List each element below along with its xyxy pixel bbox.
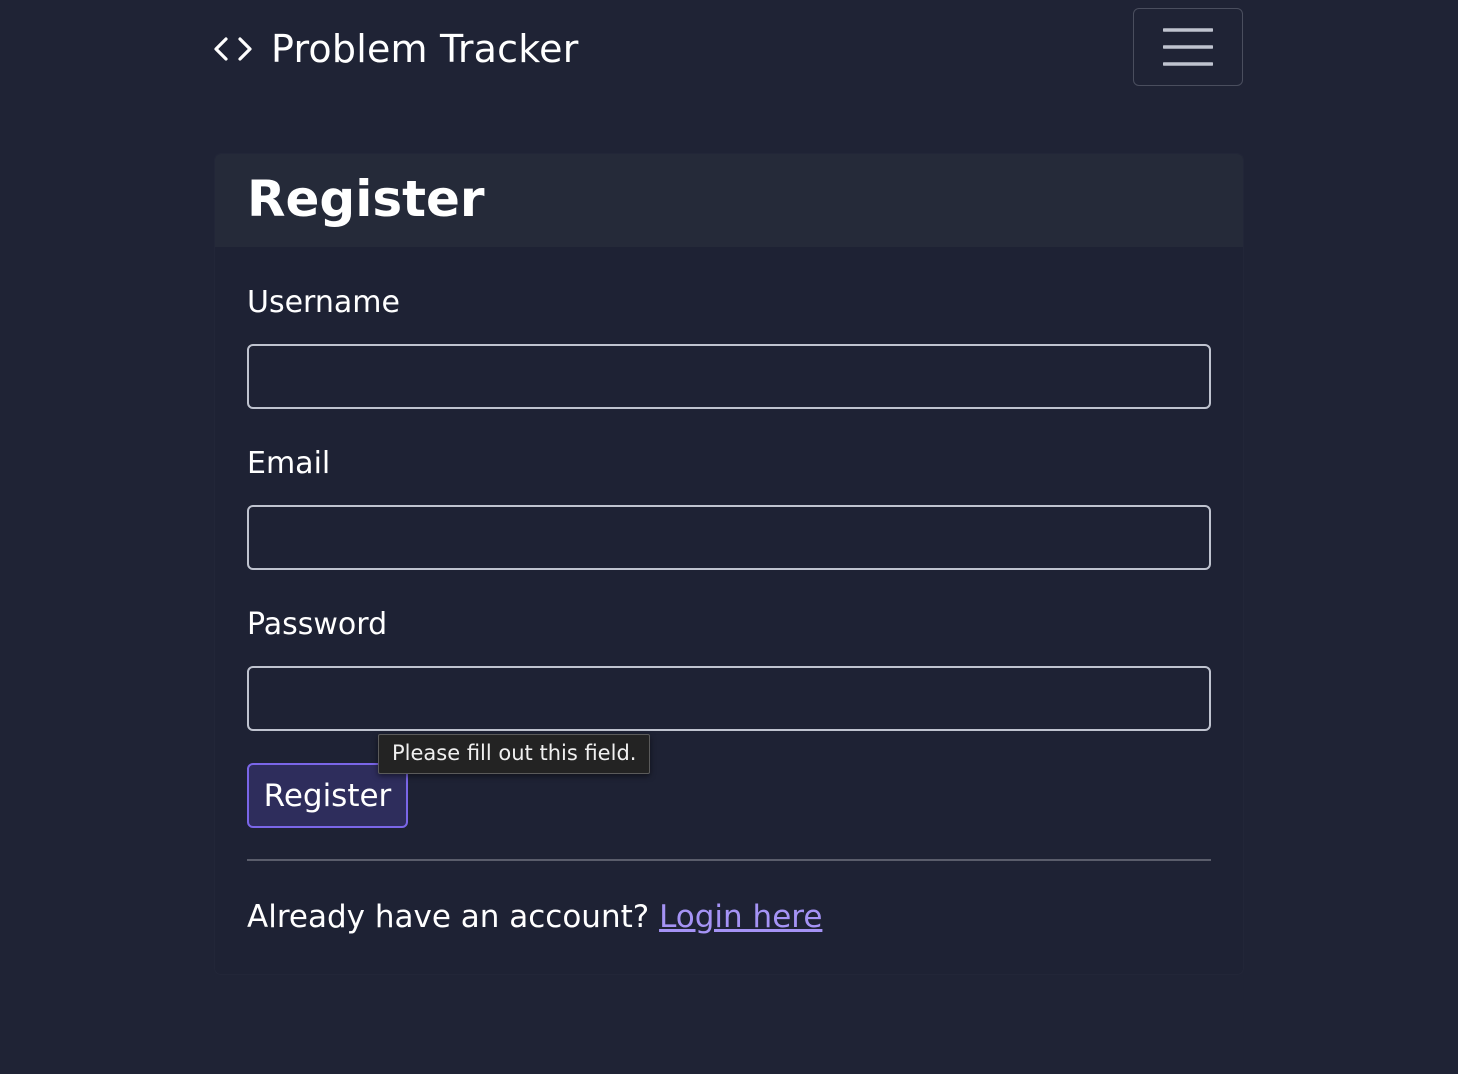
brand-title: Problem Tracker [271, 27, 579, 71]
validation-tooltip: Please fill out this field. [378, 734, 651, 774]
username-input[interactable] [247, 344, 1211, 409]
password-input[interactable] [247, 666, 1211, 731]
navbar: Problem Tracker [0, 0, 1458, 100]
hamburger-menu-icon [1163, 28, 1213, 66]
navbar-toggle-button[interactable] [1133, 8, 1243, 86]
register-card: Register Username Email Password Registe… [215, 154, 1243, 974]
email-label: Email [247, 446, 331, 481]
email-input[interactable] [247, 505, 1211, 570]
login-prompt-text: Already have an account? [247, 899, 650, 935]
login-link[interactable]: Login here [659, 899, 822, 935]
username-label: Username [247, 285, 400, 320]
code-brackets-icon [214, 37, 252, 61]
password-label: Password [247, 607, 388, 642]
divider [247, 859, 1211, 861]
login-prompt: Already have an account? Login here [247, 900, 822, 934]
brand[interactable]: Problem Tracker [213, 26, 579, 72]
page-title: Register [247, 170, 485, 228]
card-header: Register [215, 154, 1243, 247]
